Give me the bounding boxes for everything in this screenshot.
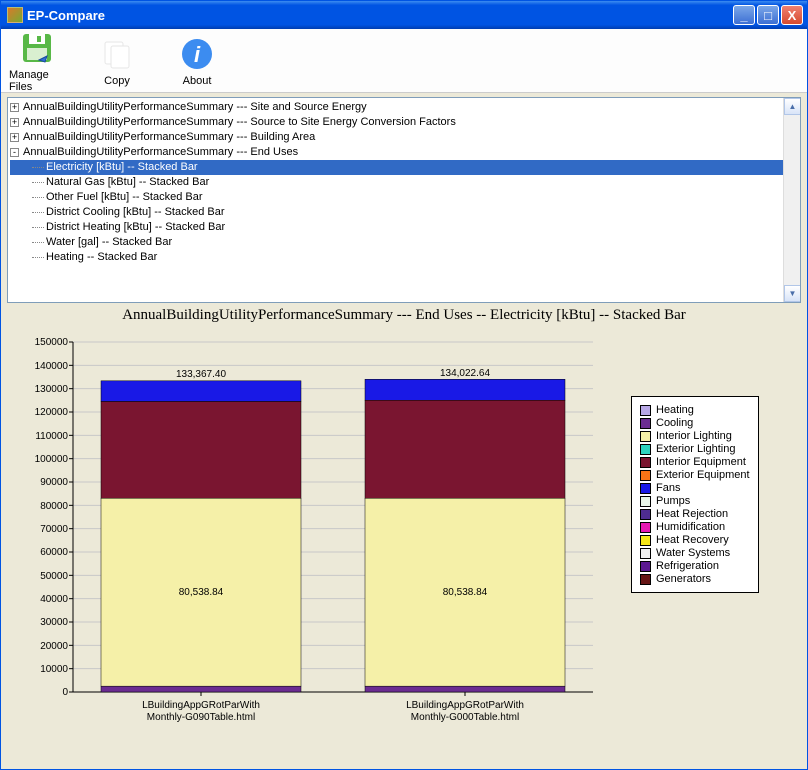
legend-item: Water Systems bbox=[640, 547, 750, 559]
info-icon: i bbox=[178, 35, 216, 73]
legend-item: Interior Lighting bbox=[640, 430, 750, 442]
tree-node[interactable]: +AnnualBuildingUtilityPerformanceSummary… bbox=[10, 100, 798, 115]
tree-node[interactable]: District Heating [kBtu] -- Stacked Bar bbox=[10, 220, 798, 235]
maximize-button[interactable]: □ bbox=[757, 5, 779, 25]
svg-text:10000: 10000 bbox=[40, 664, 68, 675]
content-area: + AnnualBuildingUtilityPerformanceSummary… bbox=[1, 93, 807, 769]
svg-text:30000: 30000 bbox=[40, 617, 68, 628]
tree-node-selected[interactable]: Electricity [kBtu] -- Stacked Bar bbox=[10, 160, 798, 175]
legend-item: Heating bbox=[640, 404, 750, 416]
plus-icon[interactable]: + bbox=[10, 133, 19, 142]
legend-item: Generators bbox=[640, 573, 750, 585]
scrollbar[interactable]: ▲ ▼ bbox=[783, 98, 800, 302]
plus-icon[interactable]: + bbox=[10, 103, 19, 112]
swatch-icon bbox=[640, 444, 651, 455]
window-title: EP-Compare bbox=[27, 8, 733, 23]
tree-node-expanded[interactable]: -AnnualBuildingUtilityPerformanceSummary… bbox=[10, 145, 798, 160]
tree-node[interactable]: Other Fuel [kBtu] -- Stacked Bar bbox=[10, 190, 798, 205]
svg-text:133,367.40: 133,367.40 bbox=[176, 369, 226, 380]
svg-text:LBuildingAppGRotParWith: LBuildingAppGRotParWith bbox=[406, 700, 524, 711]
tree-node[interactable]: +AnnualBuildingUtilityPerformanceSummary… bbox=[10, 130, 798, 145]
swatch-icon bbox=[640, 496, 651, 507]
svg-text:134,022.64: 134,022.64 bbox=[440, 368, 490, 379]
chart-legend: Heating Cooling Interior Lighting Exteri… bbox=[631, 396, 759, 593]
svg-text:120000: 120000 bbox=[35, 407, 69, 418]
scroll-down-icon[interactable]: ▼ bbox=[784, 285, 801, 302]
tree-node[interactable]: +AnnualBuildingUtilityPerformanceSummary… bbox=[10, 115, 798, 130]
swatch-icon bbox=[640, 509, 651, 520]
manage-files-button[interactable]: Manage Files bbox=[9, 29, 65, 93]
app-icon bbox=[7, 7, 23, 23]
legend-item: Cooling bbox=[640, 417, 750, 429]
swatch-icon bbox=[640, 405, 651, 416]
titlebar: EP-Compare _ □ X bbox=[1, 1, 807, 29]
swatch-icon bbox=[640, 418, 651, 429]
svg-text:0: 0 bbox=[62, 687, 68, 698]
svg-text:LBuildingAppGRotParWith: LBuildingAppGRotParWith bbox=[142, 700, 260, 711]
swatch-icon bbox=[640, 548, 651, 559]
toolbar: Manage Files Copy i About bbox=[1, 29, 807, 93]
svg-text:Monthly-G090Table.html: Monthly-G090Table.html bbox=[147, 712, 255, 723]
svg-text:100000: 100000 bbox=[35, 454, 69, 465]
chart-panel: AnnualBuildingUtilityPerformanceSummary … bbox=[7, 303, 801, 761]
copy-icon bbox=[98, 35, 136, 73]
scroll-up-icon[interactable]: ▲ bbox=[784, 98, 801, 115]
legend-item: Heat Rejection bbox=[640, 508, 750, 520]
plus-icon[interactable]: + bbox=[10, 118, 19, 127]
tree-node[interactable]: Heating -- Stacked Bar bbox=[10, 250, 798, 265]
svg-text:i: i bbox=[194, 42, 201, 67]
legend-item: Pumps bbox=[640, 495, 750, 507]
tree-node[interactable]: Water [gal] -- Stacked Bar bbox=[10, 235, 798, 250]
legend-item: Fans bbox=[640, 482, 750, 494]
svg-text:110000: 110000 bbox=[35, 431, 68, 442]
svg-text:20000: 20000 bbox=[40, 641, 68, 652]
legend-item: Exterior Equipment bbox=[640, 469, 750, 481]
legend-item: Exterior Lighting bbox=[640, 443, 750, 455]
about-button[interactable]: i About bbox=[169, 35, 225, 87]
legend-item: Humidification bbox=[640, 521, 750, 533]
svg-text:Monthly-G000Table.html: Monthly-G000Table.html bbox=[411, 712, 519, 723]
legend-item: Interior Equipment bbox=[640, 456, 750, 468]
swatch-icon bbox=[640, 470, 651, 481]
copy-label: Copy bbox=[104, 75, 130, 87]
bar-b bbox=[365, 379, 565, 692]
svg-text:140000: 140000 bbox=[35, 361, 69, 372]
copy-button[interactable]: Copy bbox=[89, 35, 145, 87]
svg-text:150000: 150000 bbox=[35, 337, 69, 348]
svg-text:80000: 80000 bbox=[40, 501, 68, 512]
tree-node[interactable]: Natural Gas [kBtu] -- Stacked Bar bbox=[10, 175, 798, 190]
svg-text:130000: 130000 bbox=[35, 384, 69, 395]
swatch-icon bbox=[640, 535, 651, 546]
svg-text:60000: 60000 bbox=[40, 547, 68, 558]
tree-view[interactable]: +AnnualBuildingUtilityPerformanceSummary… bbox=[7, 97, 801, 303]
swatch-icon bbox=[640, 574, 651, 585]
svg-text:80,538.84: 80,538.84 bbox=[443, 587, 488, 598]
swatch-icon bbox=[640, 431, 651, 442]
swatch-icon bbox=[640, 483, 651, 494]
floppy-icon bbox=[18, 29, 56, 67]
chart-plot: 0 10000 20000 30000 40000 50000 60000 70… bbox=[13, 332, 623, 757]
swatch-icon bbox=[640, 561, 651, 572]
about-label: About bbox=[183, 75, 212, 87]
svg-text:80,538.84: 80,538.84 bbox=[179, 587, 224, 598]
svg-text:70000: 70000 bbox=[40, 524, 68, 535]
svg-text:50000: 50000 bbox=[40, 571, 68, 582]
window-controls: _ □ X bbox=[733, 5, 803, 25]
svg-text:90000: 90000 bbox=[40, 477, 68, 488]
chart-title: AnnualBuildingUtilityPerformanceSummary … bbox=[7, 303, 801, 328]
legend-item: Refrigeration bbox=[640, 560, 750, 572]
svg-text:40000: 40000 bbox=[40, 594, 68, 605]
close-button[interactable]: X bbox=[781, 5, 803, 25]
bar-a bbox=[101, 381, 301, 692]
swatch-icon bbox=[640, 522, 651, 533]
tree-node[interactable]: District Cooling [kBtu] -- Stacked Bar bbox=[10, 205, 798, 220]
minus-icon[interactable]: - bbox=[10, 148, 19, 157]
manage-files-label: Manage Files bbox=[9, 69, 65, 93]
minimize-button[interactable]: _ bbox=[733, 5, 755, 25]
swatch-icon bbox=[640, 457, 651, 468]
app-window: EP-Compare _ □ X Manage Files bbox=[0, 0, 808, 770]
legend-item: Heat Recovery bbox=[640, 534, 750, 546]
